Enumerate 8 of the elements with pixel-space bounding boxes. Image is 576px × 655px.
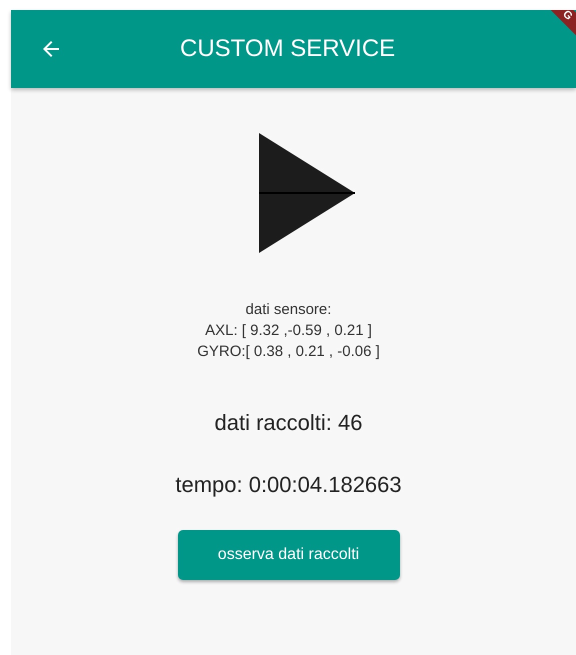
sensor-reading: GYRO:[ 0.38 , 0.21 , -0.06 ] bbox=[197, 342, 380, 362]
play-icon[interactable] bbox=[258, 133, 354, 253]
view-data-button[interactable]: osserva dati raccolti bbox=[178, 530, 400, 580]
sensor-heading: dati sensore: bbox=[246, 300, 332, 320]
elapsed-time: tempo: 0:00:04.182663 bbox=[175, 472, 402, 498]
sensor-reading: AXL: [ 9.32 ,-0.59 , 0.21 ] bbox=[205, 321, 372, 341]
collected-count: dati raccolti: 46 bbox=[214, 410, 362, 436]
app-title: CUSTOM SERVICE bbox=[180, 35, 396, 63]
